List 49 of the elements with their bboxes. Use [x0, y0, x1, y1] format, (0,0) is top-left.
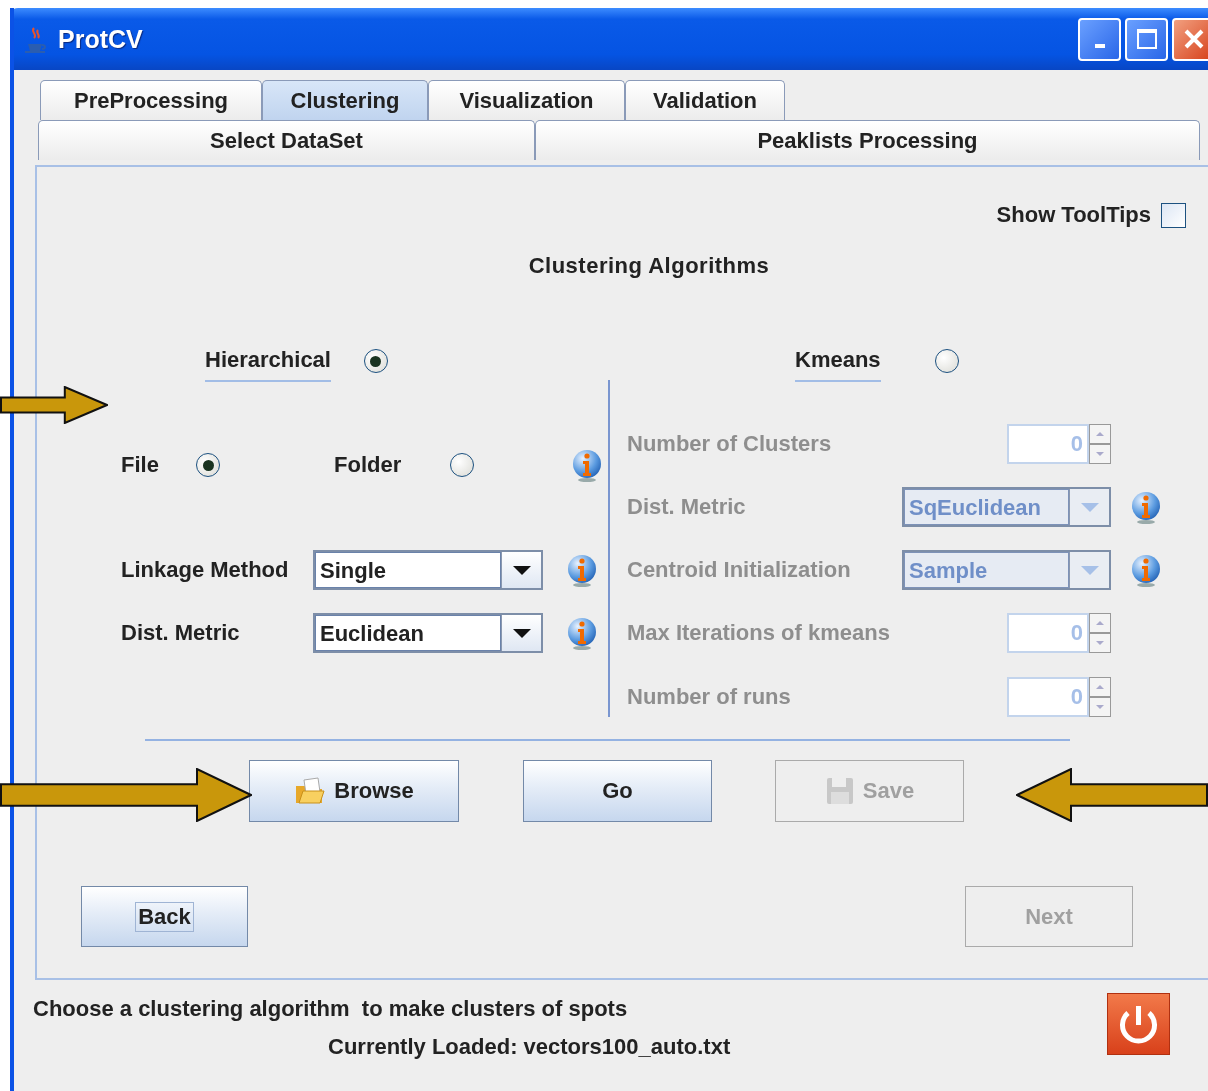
folder-icon: [294, 776, 327, 806]
dropdown[interactable]: Single: [313, 550, 543, 590]
tab[interactable]: PreProcessing: [40, 80, 262, 120]
algorithm-radio[interactable]: [363, 349, 388, 373]
info-icon[interactable]: [567, 553, 597, 587]
source-radio[interactable]: [196, 453, 220, 477]
option-label: Folder: [334, 452, 403, 478]
down-arrow-icon: [1095, 451, 1105, 457]
field-label: Number of Clusters: [627, 431, 833, 457]
window-title: ProtCV: [58, 24, 143, 54]
up-arrow-icon: [1095, 431, 1105, 437]
tab[interactable]: Validation: [625, 80, 785, 120]
up-arrow-icon: [1095, 620, 1105, 626]
back-button[interactable]: Back: [81, 886, 248, 947]
down-arrow-icon: [1095, 704, 1105, 710]
source-radio[interactable]: [450, 453, 474, 477]
action-button[interactable]: Browse: [249, 760, 459, 822]
dropdown[interactable]: Euclidean: [313, 613, 543, 653]
maximize-button[interactable]: [1125, 17, 1168, 61]
section-heading: Clustering Algorithms: [527, 254, 771, 278]
close-button[interactable]: [1172, 17, 1208, 61]
algorithm-label: Kmeans: [795, 340, 881, 382]
field-label: Dist. Metric: [627, 494, 747, 520]
tab[interactable]: Visualization: [428, 80, 625, 120]
field-label: Linkage Method: [121, 557, 290, 583]
down-arrow-icon: [1095, 640, 1105, 646]
tab[interactable]: Select DataSet: [38, 120, 535, 160]
action-button[interactable]: Go: [523, 760, 712, 822]
maximize-icon: [1136, 29, 1157, 49]
minimize-button[interactable]: [1078, 17, 1121, 61]
info-icon[interactable]: [572, 448, 602, 482]
power-button[interactable]: [1107, 993, 1170, 1055]
checkbox-label: Show ToolTips: [996, 202, 1151, 228]
field-label: Max Iterations of kmeans: [627, 620, 891, 646]
up-arrow-icon: [1095, 684, 1105, 690]
algorithm-label: Hierarchical: [205, 340, 331, 382]
algorithm-radio[interactable]: [934, 349, 959, 373]
tab[interactable]: Clustering: [262, 80, 428, 120]
option-label: File: [121, 452, 160, 478]
tooltips-checkbox[interactable]: [1161, 202, 1186, 228]
field-label: Dist. Metric: [121, 620, 241, 646]
info-icon[interactable]: [567, 616, 597, 650]
loaded-file-text: Currently Loaded: vectors100_auto.txt: [328, 1034, 732, 1060]
field-label: Number of runs: [627, 684, 792, 710]
status-message: Choose a clustering algorithm to make clusters of spots: [33, 996, 629, 1022]
minimize-icon: [1094, 44, 1105, 48]
close-icon: [1183, 29, 1204, 49]
field-label: Centroid Initialization: [627, 557, 852, 583]
tab[interactable]: Peaklists Processing: [535, 120, 1200, 160]
